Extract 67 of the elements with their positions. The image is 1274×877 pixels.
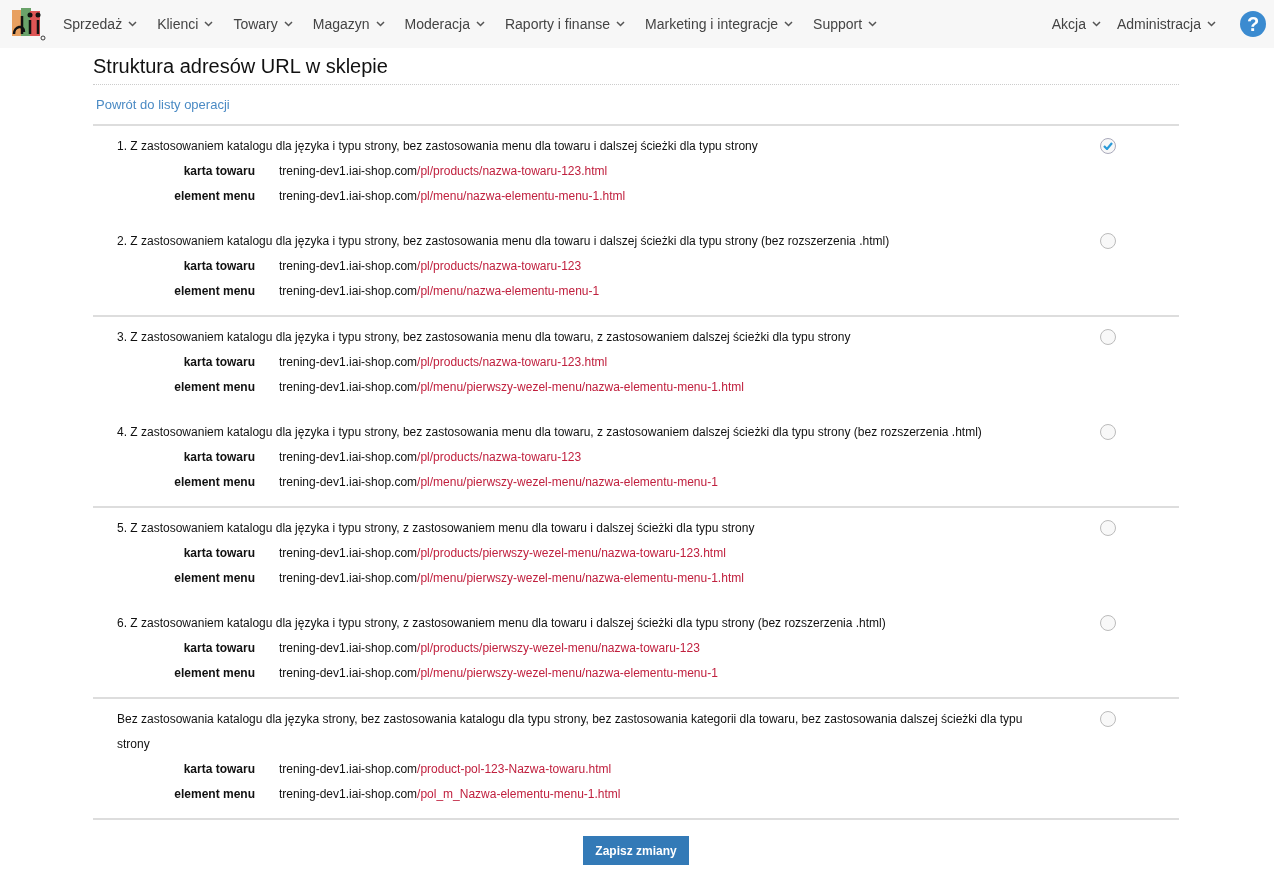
help-button[interactable]: ? xyxy=(1240,11,1266,37)
chevron-down-icon xyxy=(868,21,878,27)
url-example: trening-dev1.iai-shop.com/pl/menu/pierwszy-wezel-menu/nazwa-elementu-menu-1 xyxy=(279,474,718,491)
chevron-down-icon xyxy=(1091,21,1101,27)
back-link[interactable]: Powrót do listy operacji xyxy=(96,97,230,112)
check-icon xyxy=(1103,142,1113,150)
radio-button[interactable] xyxy=(1100,711,1116,727)
url-example: trening-dev1.iai-shop.com/pl/menu/nazwa-elementu-menu-1 xyxy=(279,283,600,300)
url-type-label: karta towaru xyxy=(182,640,255,657)
radio-button[interactable] xyxy=(1100,520,1116,536)
url-example: trening-dev1.iai-shop.com/pl/menu/pierwszy-wezel-menu/nazwa-elementu-menu-1.html xyxy=(279,379,744,396)
url-example: trening-dev1.iai-shop.com/pl/menu/pierwszy-wezel-menu/nazwa-elementu-menu-1.html xyxy=(279,570,744,587)
url-example: trening-dev1.iai-shop.com/pl/menu/nazwa-elementu-menu-1.html xyxy=(279,188,626,205)
page-title: Struktura adresów URL w sklepie xyxy=(93,48,1179,85)
nav-menu-item[interactable]: Administracja xyxy=(1116,16,1216,32)
url-type-label: element menu xyxy=(173,379,255,396)
url-type-label: element menu xyxy=(173,474,255,491)
radio-button[interactable] xyxy=(1100,424,1116,440)
url-type-label: karta towaru xyxy=(182,449,255,466)
url-type-label: element menu xyxy=(173,786,255,803)
url-example: trening-dev1.iai-shop.com/pl/menu/pierwszy-wezel-menu/nazwa-elementu-menu-1 xyxy=(279,665,718,682)
nav-menu-item[interactable]: Klienci xyxy=(157,16,214,32)
url-type-label: element menu xyxy=(173,665,255,682)
nav-menu-item[interactable]: Towary xyxy=(233,16,293,32)
option-label: 5. Z zastosowaniem katalogu dla języka i typu strony, z zastosowaniem menu dla towaru i dalszej ścieżki dla typu strony xyxy=(117,520,756,537)
logo-icon[interactable] xyxy=(10,6,46,42)
radio-button[interactable] xyxy=(1100,138,1116,154)
url-example: trening-dev1.iai-shop.com/product-pol-123-Nazwa-towaru.html xyxy=(279,761,612,778)
url-type-label: karta towaru xyxy=(182,545,255,562)
option-label: 4. Z zastosowaniem katalogu dla języka i typu strony, bez zastosowania menu dla towaru, z zastosowaniem dalszej ścieżki dla typu strony (bez rozszerzenia .html) xyxy=(117,424,983,441)
url-example: trening-dev1.iai-shop.com/pl/products/nazwa-towaru-123.html xyxy=(279,354,608,371)
chevron-down-icon xyxy=(204,21,214,27)
nav-menu-item[interactable]: Magazyn xyxy=(312,16,385,32)
url-type-label: element menu xyxy=(173,570,255,587)
radio-button[interactable] xyxy=(1100,233,1116,249)
chevron-down-icon xyxy=(128,21,138,27)
option-label: 2. Z zastosowaniem katalogu dla języka i typu strony, bez zastosowania menu dla towaru i dalszej ścieżki dla typu strony (bez rozszerzenia .html) xyxy=(117,233,891,250)
url-example: trening-dev1.iai-shop.com/pl/products/pierwszy-wezel-menu/nazwa-towaru-123.html xyxy=(279,545,726,562)
radio-button[interactable] xyxy=(1100,329,1116,345)
url-type-label: element menu xyxy=(173,188,255,205)
chevron-down-icon xyxy=(475,21,485,27)
nav-menu-item[interactable]: Sprzedaż xyxy=(63,16,138,32)
option-label: 6. Z zastosowaniem katalogu dla języka i typu strony, z zastosowaniem menu dla towaru i dalszej ścieżki dla typu strony (bez rozszerzenia .html) xyxy=(117,615,887,632)
url-example: trening-dev1.iai-shop.com/pl/products/nazwa-towaru-123 xyxy=(279,449,582,466)
nav-menu-item[interactable]: Raporty i finanse xyxy=(504,16,625,32)
chevron-down-icon xyxy=(1207,21,1216,27)
url-example: trening-dev1.iai-shop.com/pl/products/nazwa-towaru-123.html xyxy=(279,163,608,180)
nav-menu-item[interactable]: Marketing i integracje xyxy=(645,16,794,32)
url-example: trening-dev1.iai-shop.com/pol_m_Nazwa-elementu-menu-1.html xyxy=(279,786,621,803)
url-type-label: karta towaru xyxy=(182,354,255,371)
save-button[interactable]: Zapisz zmiany xyxy=(583,836,689,865)
option-label: 1. Z zastosowaniem katalogu dla języka i typu strony, bez zastosowania menu dla towaru i dalszej ścieżki dla typu strony xyxy=(117,138,759,155)
chevron-down-icon xyxy=(375,21,385,27)
url-example: trening-dev1.iai-shop.com/pl/products/nazwa-towaru-123 xyxy=(279,258,582,275)
url-type-label: karta towaru xyxy=(182,163,255,180)
radio-button[interactable] xyxy=(1100,615,1116,631)
url-example: trening-dev1.iai-shop.com/pl/products/pierwszy-wezel-menu/nazwa-towaru-123 xyxy=(279,640,700,657)
url-type-label: karta towaru xyxy=(182,258,255,275)
chevron-down-icon xyxy=(616,21,625,27)
url-type-label: karta towaru xyxy=(182,761,255,778)
chevron-down-icon xyxy=(784,21,794,27)
url-type-label: element menu xyxy=(173,283,255,300)
nav-menu-item[interactable]: Akcja xyxy=(1051,16,1101,32)
option-label: 3. Z zastosowaniem katalogu dla języka i typu strony, bez zastosowania menu dla towaru, z zastosowaniem dalszej ścieżki dla typu strony xyxy=(117,329,852,346)
chevron-down-icon xyxy=(283,21,293,27)
nav-menu-item[interactable]: Support xyxy=(813,16,878,32)
nav-menu-item[interactable]: Moderacja xyxy=(404,16,485,32)
